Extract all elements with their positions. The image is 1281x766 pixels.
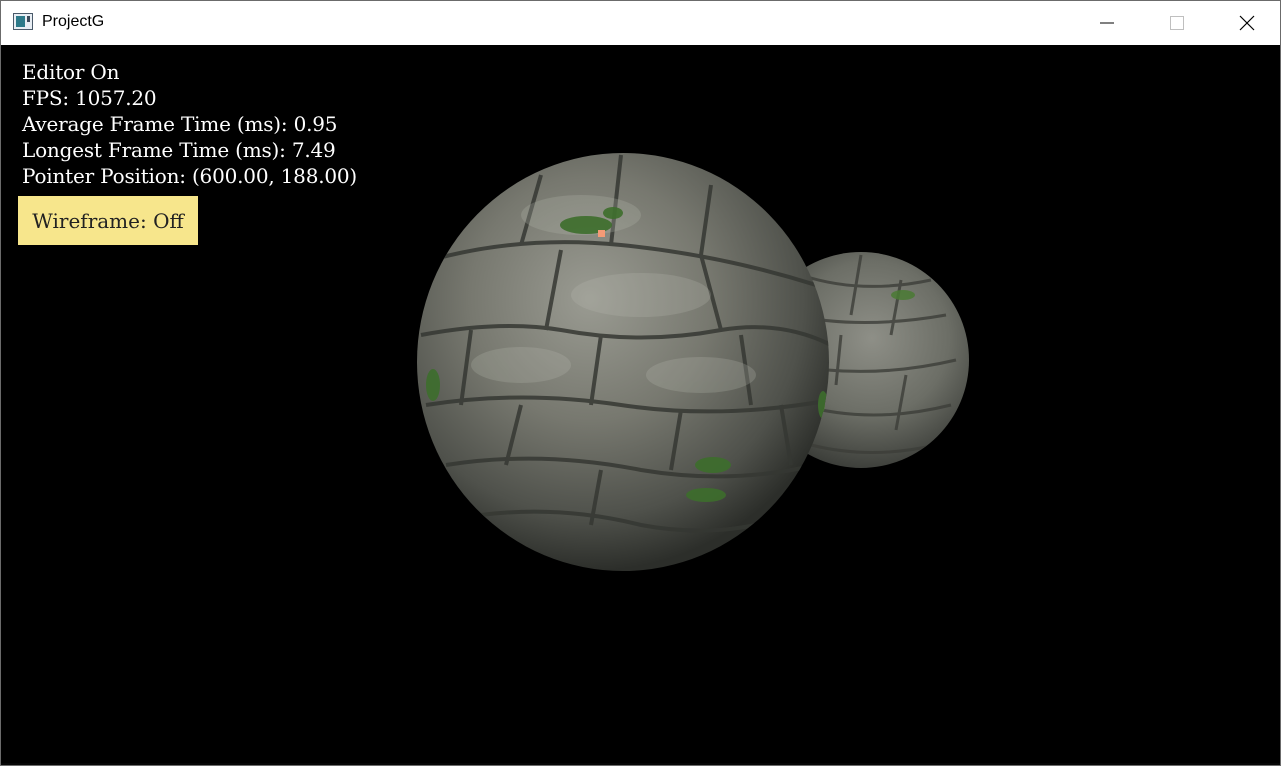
window-title: ProjectG: [42, 13, 105, 30]
wireframe-toggle-button[interactable]: Wireframe: Off: [18, 196, 198, 245]
minimize-button[interactable]: [1072, 1, 1142, 45]
editor-status-text: Editor On: [22, 60, 120, 84]
render-viewport[interactable]: Editor On FPS: 1057.20 Average Frame Tim…: [1, 45, 1280, 765]
fps-text: FPS: 1057.20: [22, 86, 157, 110]
close-icon: [1239, 15, 1255, 31]
app-window-icon: [13, 13, 33, 30]
debug-overlay: Editor On FPS: 1057.20 Average Frame Tim…: [22, 59, 357, 189]
minimize-icon: [1100, 22, 1114, 24]
close-button[interactable]: [1212, 1, 1280, 45]
average-frame-time-text: Average Frame Time (ms): 0.95: [22, 112, 338, 136]
longest-frame-time-text: Longest Frame Time (ms): 7.49: [22, 138, 336, 162]
app-window: ProjectG Editor On FPS: 1057.20 Average …: [0, 0, 1281, 766]
maximize-button[interactable]: [1142, 1, 1212, 45]
pointer-position-text: Pointer Position: (600.00, 188.00): [22, 164, 358, 188]
title-bar[interactable]: ProjectG: [1, 1, 1280, 45]
maximize-icon: [1170, 16, 1184, 30]
pointer-marker: [598, 230, 605, 237]
